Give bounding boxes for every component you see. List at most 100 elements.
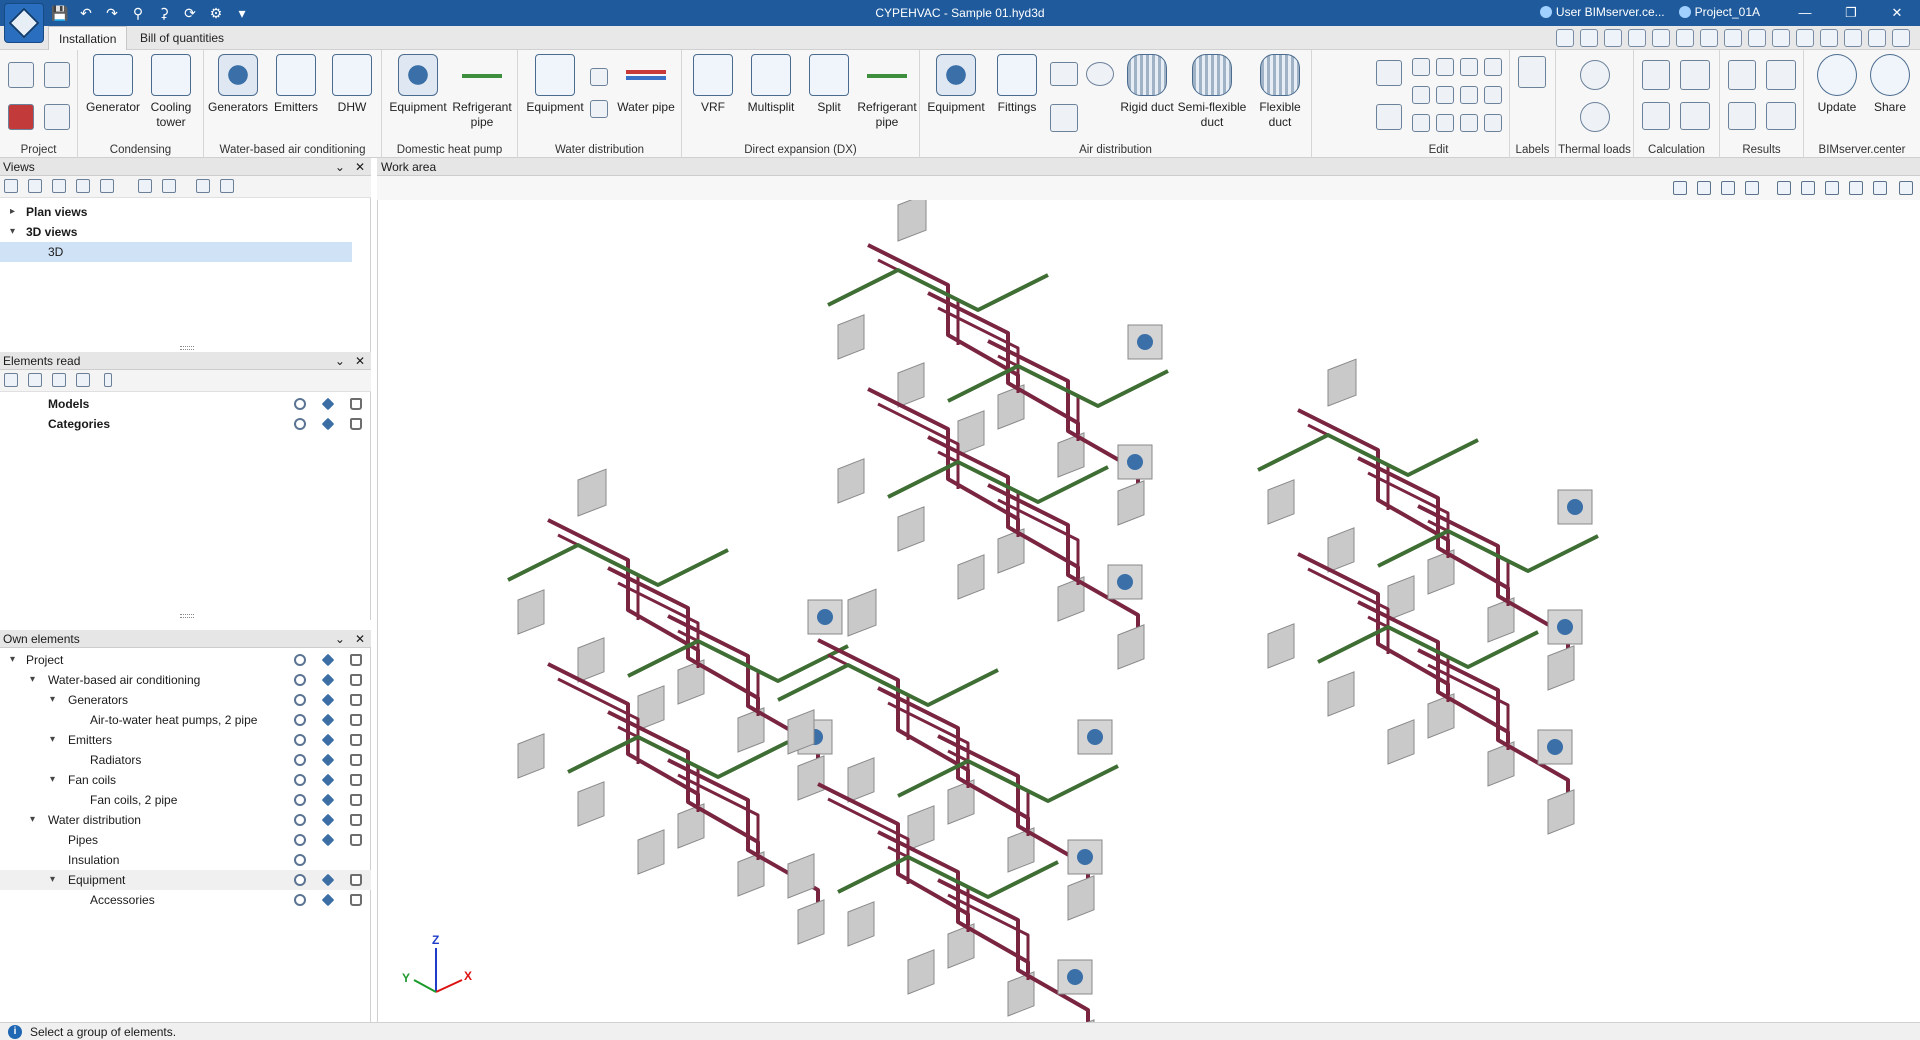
tree-item-pipes[interactable]: Pipes xyxy=(0,830,371,850)
hand-icon[interactable] xyxy=(1676,29,1694,47)
eye-icon[interactable] xyxy=(294,398,306,410)
filter-icon[interactable] xyxy=(76,373,90,387)
pipe-segment[interactable] xyxy=(897,759,1119,803)
chevron-down-icon[interactable]: ▾ xyxy=(10,650,15,670)
check-icon[interactable] xyxy=(1801,181,1815,195)
semi-flexible-duct-button[interactable]: Semi-flexible duct xyxy=(1174,54,1250,130)
pipe-segment[interactable] xyxy=(1297,552,1450,724)
new-view-icon[interactable] xyxy=(4,179,18,193)
chevron-down-icon[interactable]: ▾ xyxy=(30,670,35,690)
lock-icon[interactable] xyxy=(350,874,362,886)
chevron-down-icon[interactable]: ⌄ xyxy=(335,158,345,176)
split-tool-icon[interactable] xyxy=(1412,86,1430,104)
chevron-down-icon[interactable]: ▾ xyxy=(50,690,55,710)
window-icon[interactable] xyxy=(1748,29,1766,47)
pipe-segment[interactable] xyxy=(817,782,970,954)
pipe-segment[interactable] xyxy=(607,566,760,738)
radiator-unit[interactable] xyxy=(1267,623,1295,669)
panel-splitter[interactable] xyxy=(180,346,194,350)
eye-icon[interactable] xyxy=(294,874,306,886)
tree-item-water-based-ac[interactable]: ▾ Water-based air conditioning xyxy=(0,670,371,690)
radiator-unit[interactable] xyxy=(1067,875,1095,921)
results-tree-icon[interactable] xyxy=(1766,60,1796,90)
pipe-support-icon[interactable] xyxy=(590,100,608,118)
radiator-unit[interactable] xyxy=(787,853,815,899)
radiator-unit[interactable] xyxy=(1327,358,1357,407)
layout-icon[interactable] xyxy=(1844,29,1862,47)
radiator-unit[interactable] xyxy=(957,554,985,600)
tree-item-air-to-water[interactable]: Air-to-water heat pumps, 2 pipe xyxy=(0,710,371,730)
close-icon[interactable]: ✕ xyxy=(355,158,365,176)
zoom-in-icon[interactable] xyxy=(1604,29,1622,47)
user-button[interactable]: User BIMserver.ce... xyxy=(1539,5,1665,19)
pipe-segment[interactable] xyxy=(1377,529,1599,573)
pipe-fitting-icon[interactable] xyxy=(590,68,608,86)
cube-icon[interactable] xyxy=(321,873,335,887)
axis-icon[interactable] xyxy=(1673,181,1687,195)
radiator-unit[interactable] xyxy=(957,410,985,456)
dhp-refrigerant-pipe-button[interactable]: Refrigerant pipe xyxy=(450,54,514,130)
pipe-segment[interactable] xyxy=(1257,433,1479,477)
pipe-segment[interactable] xyxy=(1417,504,1570,676)
pipe-segment[interactable] xyxy=(777,663,999,707)
chevron-down-icon[interactable]: ▾ xyxy=(30,810,35,830)
tab-bill-of-quantities[interactable]: Bill of quantities xyxy=(130,26,234,50)
eye-icon[interactable] xyxy=(294,774,306,786)
radiator-unit[interactable] xyxy=(797,755,825,801)
delete-view-icon[interactable] xyxy=(76,179,90,193)
report-icon[interactable] xyxy=(1728,102,1756,130)
pencil-icon[interactable] xyxy=(1376,60,1402,86)
pipe-segment[interactable] xyxy=(877,686,1030,858)
lock-icon[interactable] xyxy=(350,418,362,430)
expand-icon[interactable] xyxy=(4,373,18,387)
globe-icon[interactable] xyxy=(1868,29,1886,47)
dhp-equipment-button[interactable]: Equipment xyxy=(386,54,450,115)
chevron-down-icon[interactable]: ▾ xyxy=(50,730,55,750)
cube-icon[interactable] xyxy=(321,713,335,727)
pipe-segment[interactable] xyxy=(547,662,700,834)
tab-installation[interactable]: Installation xyxy=(48,26,128,50)
pipe-segment[interactable] xyxy=(817,638,970,810)
radiator-unit[interactable] xyxy=(1327,527,1355,573)
tree-options-icon[interactable] xyxy=(52,373,66,387)
capture-icon[interactable] xyxy=(162,179,176,193)
measure-icon[interactable] xyxy=(1820,29,1838,47)
eye-icon[interactable] xyxy=(294,814,306,826)
tree-item-accessories[interactable]: Accessories xyxy=(0,890,371,910)
radiator-unit[interactable] xyxy=(517,589,545,635)
lock-icon[interactable] xyxy=(350,774,362,786)
radiator-unit[interactable] xyxy=(577,781,605,827)
zoom-window-icon[interactable] xyxy=(1580,29,1598,47)
radiator-unit[interactable] xyxy=(1547,645,1575,691)
color-bar-icon[interactable] xyxy=(1777,181,1791,195)
generator-button[interactable]: Generator xyxy=(84,54,142,115)
split-button[interactable]: Split xyxy=(802,54,856,115)
cube-icon[interactable] xyxy=(321,417,335,431)
pipe-segment[interactable] xyxy=(867,243,1020,415)
radiator-unit[interactable] xyxy=(1547,789,1575,835)
duplicate-icon[interactable] xyxy=(1484,86,1502,104)
lock-icon[interactable] xyxy=(350,694,362,706)
chevron-down-icon[interactable]: ⌄ xyxy=(335,630,345,648)
ad-equipment-button[interactable]: Equipment xyxy=(924,54,988,115)
spreadsheet-icon[interactable] xyxy=(44,62,70,88)
update-button[interactable]: Update xyxy=(1810,54,1864,115)
table-icon[interactable] xyxy=(1825,181,1839,195)
radiator-unit[interactable] xyxy=(1117,624,1145,670)
tree-item-project[interactable]: ▾ Project xyxy=(0,650,371,670)
lock-icon[interactable] xyxy=(350,794,362,806)
move-icon[interactable] xyxy=(1412,58,1430,76)
pipe-segment[interactable] xyxy=(607,710,760,882)
cube-icon[interactable] xyxy=(321,753,335,767)
pipe-segment[interactable] xyxy=(627,639,849,683)
lock-icon[interactable] xyxy=(350,714,362,726)
library-icon[interactable] xyxy=(8,104,34,130)
lock-icon[interactable] xyxy=(350,398,362,410)
pipe-segment[interactable] xyxy=(927,435,1080,607)
eye-icon[interactable] xyxy=(294,754,306,766)
eye-view-icon[interactable] xyxy=(1873,181,1887,195)
eye-icon[interactable] xyxy=(294,834,306,846)
radiator-unit[interactable] xyxy=(637,829,665,875)
3d-viewport[interactable]: Z X Y xyxy=(377,200,1920,1022)
tree-item-radiators[interactable]: Radiators xyxy=(0,750,371,770)
